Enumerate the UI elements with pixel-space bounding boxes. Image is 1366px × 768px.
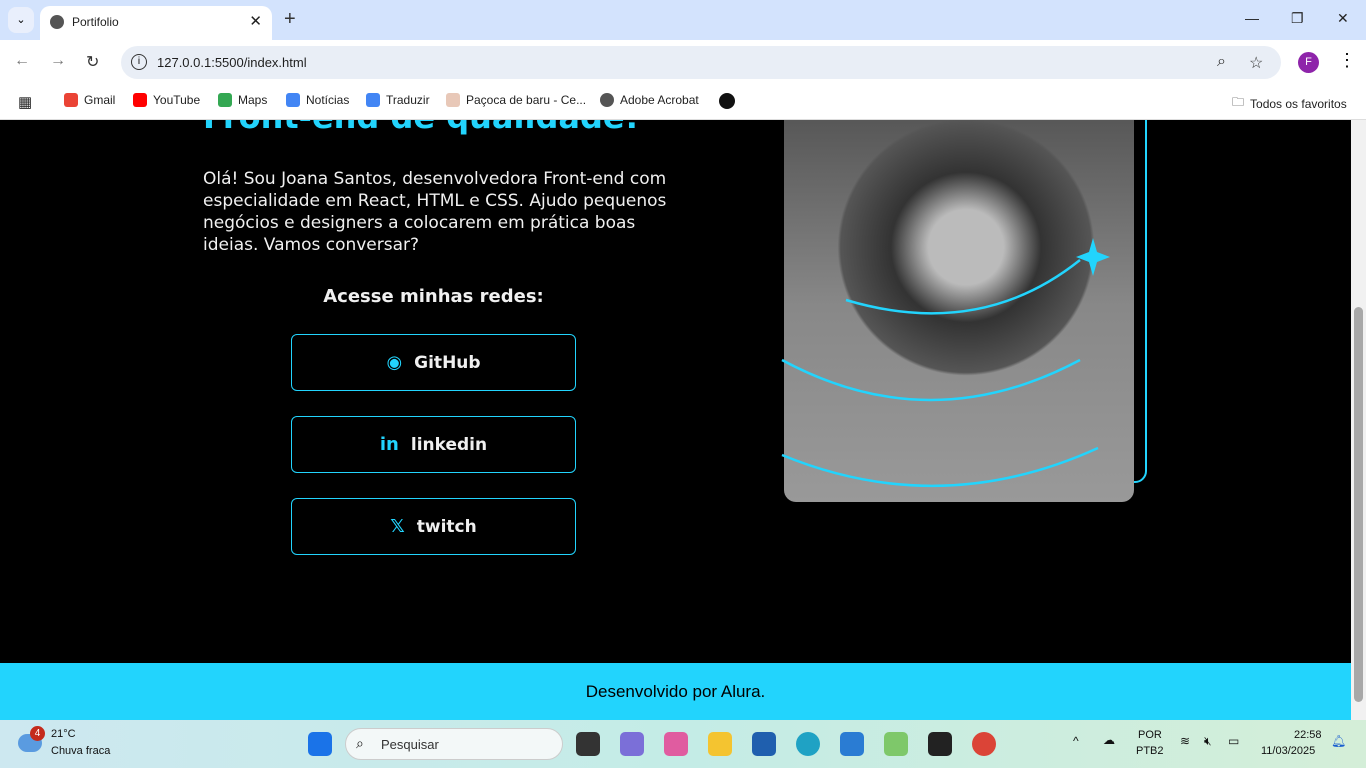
folder-icon: 🗀 — [1232, 95, 1245, 109]
close-tab-icon[interactable]: ✕ — [249, 12, 262, 30]
bookmark-maps[interactable]: Maps — [218, 93, 267, 107]
github-icon: ◉ — [386, 352, 403, 373]
search-icon: ⌕ — [356, 735, 364, 751]
clock-date[interactable]: 11/03/2025 — [1261, 745, 1315, 757]
restore-button[interactable]: ❐ — [1291, 10, 1304, 27]
scrollbar-thumb[interactable] — [1354, 307, 1363, 702]
chrome-icon[interactable] — [972, 732, 996, 756]
minimize-button[interactable]: — — [1245, 10, 1259, 26]
onedrive-icon[interactable]: ☁ — [1103, 733, 1115, 747]
footer: Desenvolvido por Alura. — [0, 663, 1351, 720]
edge-icon[interactable] — [796, 732, 820, 756]
weather-badge: 4 — [30, 726, 45, 741]
bookmark-adobe[interactable]: Adobe Acrobat — [600, 93, 699, 107]
reload-button[interactable]: ↻ — [86, 52, 99, 72]
tab-portfolio[interactable]: Portifolio ✕ — [40, 6, 272, 40]
weather-temp: 21°C — [51, 728, 76, 740]
battery-icon[interactable]: ▭ — [1228, 734, 1239, 748]
teams-icon[interactable] — [620, 732, 644, 756]
notification-bell-icon[interactable]: 🔔︎ — [1331, 734, 1346, 748]
social-title: Acesse minhas redes: — [323, 286, 544, 307]
gmail-icon — [64, 93, 78, 107]
address-bar[interactable]: i 127.0.0.1:5500/index.html ⌕ ☆ — [121, 46, 1281, 79]
copilot-icon[interactable] — [664, 732, 688, 756]
bookmarks-bar: ▦ Gmail YouTube Maps Notícias Traduzir P… — [0, 84, 1366, 120]
globe-icon — [600, 93, 614, 107]
page-title: Front-end de qualidade! — [203, 120, 639, 136]
url-text[interactable]: 127.0.0.1:5500/index.html — [157, 55, 307, 70]
zoom-icon[interactable]: ⌕ — [1217, 53, 1226, 71]
taskbar: 4 21°C Chuva fraca ⌕ Pesquisar ^ ☁ POR PT… — [0, 720, 1366, 768]
tab-bar: ⌄ Portifolio ✕ + — ❐ ✕ — [0, 0, 1366, 40]
apps-icon[interactable]: ▦ — [18, 93, 32, 111]
bookmark-youtube[interactable]: YouTube — [133, 93, 200, 107]
twitch-button[interactable]: 𝕏twitch — [291, 498, 576, 555]
star-icon[interactable]: ☆ — [1249, 53, 1263, 73]
bookmark-traduzir[interactable]: Traduzir — [366, 93, 430, 107]
translate-icon — [366, 93, 380, 107]
file-explorer-icon[interactable] — [708, 732, 732, 756]
store-icon[interactable] — [752, 732, 776, 756]
mute-icon[interactable]: 🔇︎ — [1204, 734, 1212, 749]
taskbar-search[interactable]: ⌕ Pesquisar — [345, 728, 563, 760]
decorative-curves — [781, 238, 1110, 488]
bookmark-gmail[interactable]: Gmail — [64, 93, 115, 107]
menu-icon[interactable]: ⋮ — [1338, 50, 1356, 71]
app-icon[interactable] — [884, 732, 908, 756]
tray-chevron-icon[interactable]: ^ — [1073, 734, 1079, 748]
tab-search-button[interactable]: ⌄ — [8, 7, 34, 33]
linkedin-icon: in — [379, 434, 399, 455]
page-content: Front-end de qualidade! Olá! Sou Joana S… — [0, 120, 1351, 720]
vscode-icon[interactable] — [840, 732, 864, 756]
figma-icon[interactable] — [928, 732, 952, 756]
bookmark-pacoca[interactable]: Paçoca de baru - Ce... — [446, 93, 586, 107]
github-button[interactable]: ◉ GitHub — [291, 334, 576, 391]
wifi-icon[interactable]: ≋ — [1180, 734, 1190, 748]
maps-icon — [218, 93, 232, 107]
scrollbar[interactable] — [1351, 120, 1366, 720]
tab-title: Portifolio — [72, 15, 119, 29]
bookmark-github[interactable] — [719, 93, 735, 109]
forward-button[interactable]: → — [50, 52, 66, 70]
x-icon: 𝕏 — [390, 516, 405, 537]
linkedin-button[interactable]: in linkedin — [291, 416, 576, 473]
youtube-icon — [133, 93, 147, 107]
clock-time[interactable]: 22:58 — [1294, 729, 1322, 741]
profile-avatar[interactable]: F — [1298, 52, 1319, 73]
new-tab-button[interactable]: + — [284, 8, 296, 31]
github-icon — [719, 93, 735, 109]
sparkle-icon — [1076, 238, 1110, 276]
intro-text: Olá! Sou Joana Santos, desenvolvedora Fr… — [203, 169, 667, 255]
site-info-icon[interactable]: i — [131, 54, 147, 70]
bookmark-noticias[interactable]: Notícias — [286, 93, 349, 107]
toolbar: ← → ↻ i 127.0.0.1:5500/index.html ⌕ ☆ F … — [0, 40, 1366, 84]
lang-primary[interactable]: POR — [1138, 729, 1162, 741]
globe-icon — [50, 15, 64, 29]
news-icon — [286, 93, 300, 107]
task-view-icon[interactable] — [576, 732, 600, 756]
all-bookmarks[interactable]: 🗀 Todos os favoritos — [1232, 93, 1347, 114]
close-window-button[interactable]: ✕ — [1337, 10, 1349, 27]
page-icon — [446, 93, 460, 107]
start-icon[interactable] — [308, 732, 332, 756]
lang-secondary[interactable]: PTB2 — [1136, 745, 1164, 757]
back-button[interactable]: ← — [14, 52, 30, 70]
weather-desc: Chuva fraca — [51, 745, 111, 757]
